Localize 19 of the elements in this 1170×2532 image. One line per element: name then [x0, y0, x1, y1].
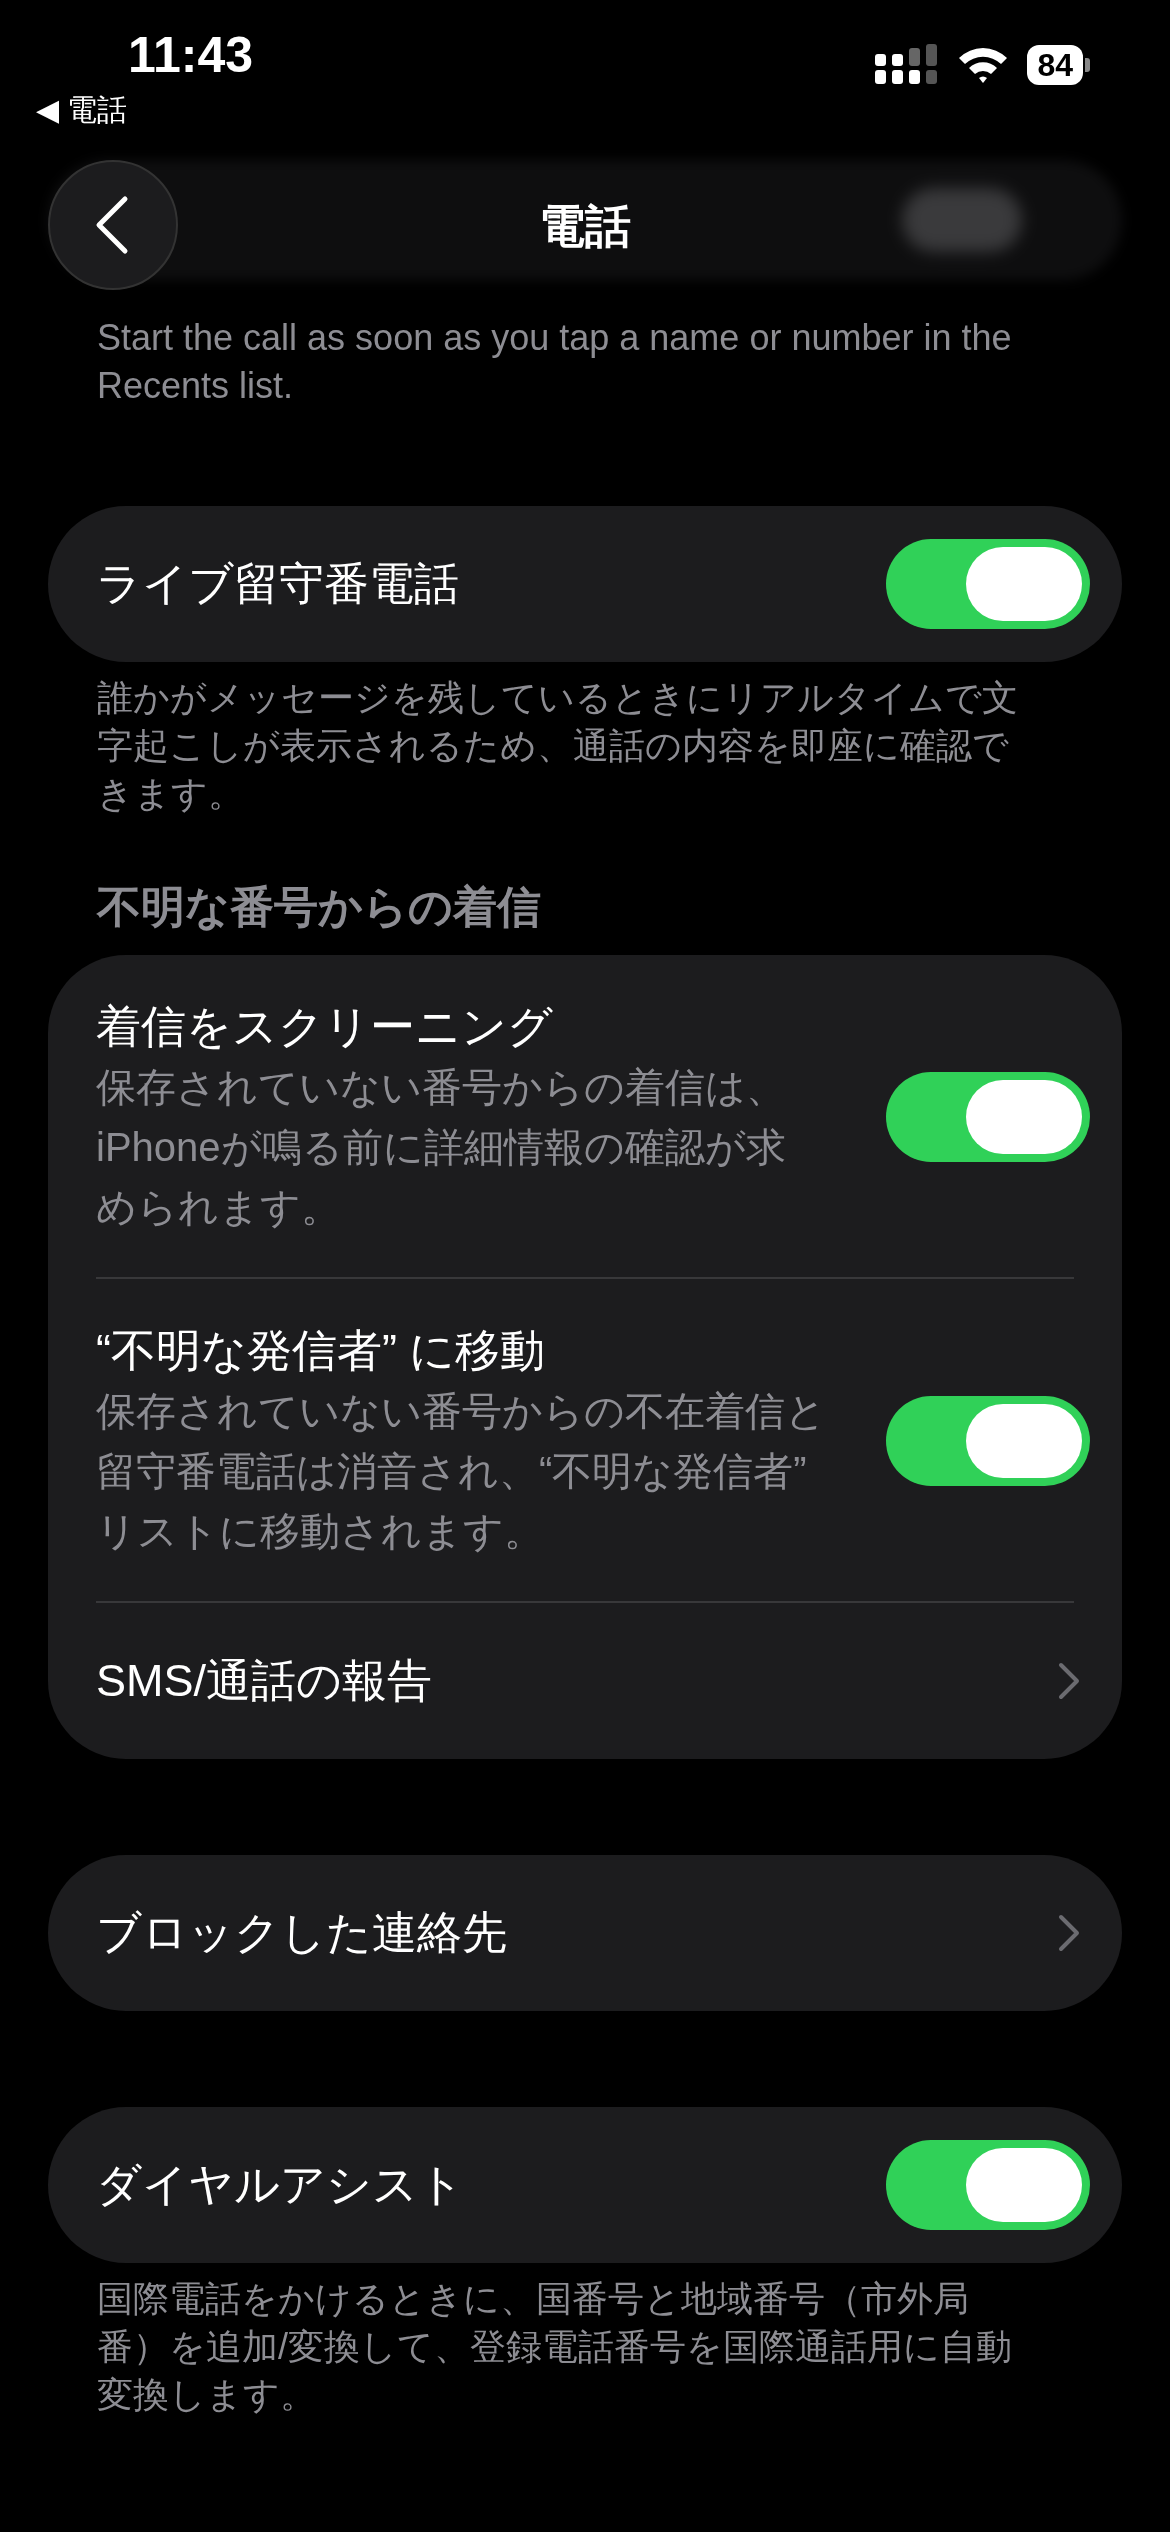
back-to-app-link[interactable]: ◀ 電話 — [36, 90, 254, 130]
row-description: 保存されていない番号からの着信は、iPhoneが鳴る前に詳細情報の確認が求められます。 — [96, 1064, 787, 1231]
page-title: 電話 — [539, 199, 631, 254]
row-title: “不明な発信者” に移動 — [96, 1324, 547, 1378]
row-title[interactable]: SMS/通話の報告 — [96, 1651, 433, 1711]
row-description: 保存されていない番号からの不在着信と留守番電話は消音され、“不明な発信者” リストに移動されます。 — [96, 1388, 826, 1555]
row-title: ライブ留守番電話 — [96, 557, 459, 611]
status-time: 11:43 — [128, 26, 254, 85]
footer-text: Start the call as soon as you tap a name or number in the Recents list. — [96, 316, 1013, 408]
row-title: ダイヤルアシスト — [96, 2158, 464, 2212]
chevron-icon — [1058, 1662, 1080, 1700]
footer-text: 誰かがメッセージを残しているときにリアルタイムで文字起こしが表示されるため、通話の内容を即座に確認できます。 — [96, 676, 1019, 816]
signal-icon — [875, 44, 940, 86]
chevron-icon — [1058, 1914, 1080, 1952]
row-title: 着信をスクリーニング — [96, 1000, 554, 1054]
section-header: 不明な番号からの着信 — [97, 881, 542, 933]
footer-text: 国際電話をかけるときに、国番号と地域番号（市外局番）を追加/変換して、登録電話番号を国際通話用に自動変換します。 — [96, 2277, 1013, 2417]
row-title[interactable]: ブロックした連絡先 — [96, 1903, 507, 1963]
wifi-icon — [957, 45, 1010, 85]
